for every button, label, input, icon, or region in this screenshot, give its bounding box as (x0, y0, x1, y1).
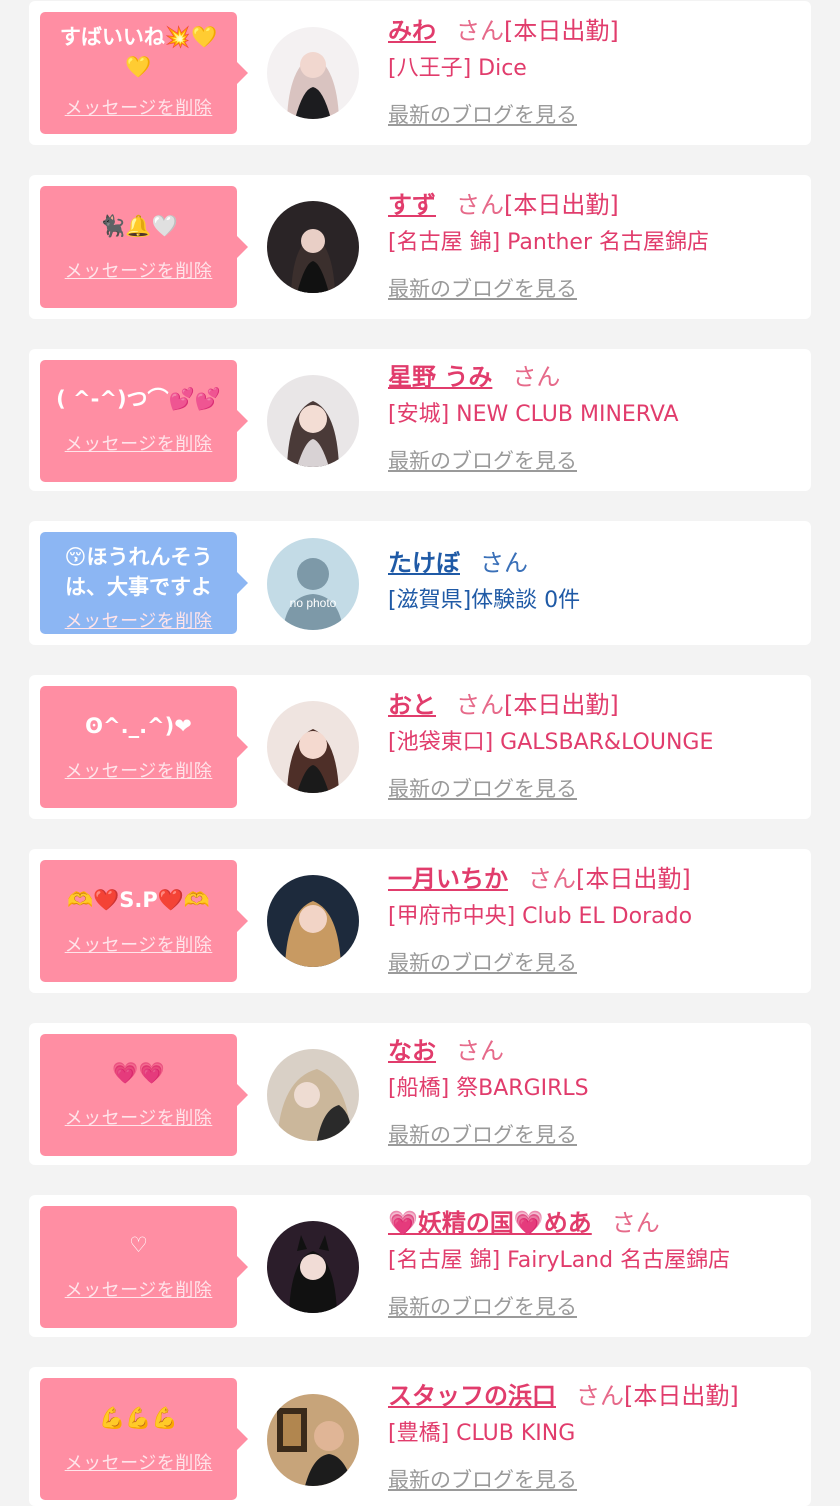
list-item: 🫶❤️S.P❤️🫶 メッセージを削除 一月いちか さん[本日出勤] [甲府市中央]… (29, 849, 811, 993)
list-item: すばいいね💥💛💛 メッセージを削除 みわ さん[本日出勤] [八王子] Dice … (29, 1, 811, 145)
user-name-link[interactable]: 星野 うみ (388, 363, 492, 391)
user-info: すず さん[本日出勤] [名古屋 錦] Panther 名古屋錦店 最新のブログを… (388, 189, 805, 303)
blog-link[interactable]: 最新のブログを見る (388, 1464, 577, 1494)
user-name-link[interactable]: 一月いちか (388, 865, 508, 893)
list-item: ( ^-^)つ⌒💕💕 メッセージを削除 星野 うみ さん [安城] NEW CLU… (29, 349, 811, 491)
message-text: 😚ほうれんそうは、大事ですよ (64, 545, 213, 599)
list-item: 💗💗 メッセージを削除 なお さん [船橋] 祭BARGIRLS 最新のブログを見… (29, 1023, 811, 1165)
honorific: さん (456, 17, 504, 45)
status-badge: [本日出勤] (504, 691, 619, 719)
message-bubble: 🐈‍⬛🔔🤍 メッセージを削除 (40, 186, 248, 308)
message-text: 💗💗 (112, 1061, 165, 1085)
honorific: さん (611, 1209, 660, 1237)
user-name-link[interactable]: なお (388, 1037, 436, 1065)
delete-message-link[interactable]: メッセージを削除 (40, 757, 237, 783)
message-bubble: 💗💗 メッセージを削除 (40, 1034, 248, 1156)
delete-message-link[interactable]: メッセージを削除 (40, 931, 237, 957)
shop-name: [滋賀県]体験談 0件 (388, 588, 581, 613)
honorific: さん (456, 1037, 504, 1065)
message-text: 🫶❤️S.P❤️🫶 (66, 888, 211, 912)
avatar[interactable] (267, 375, 359, 467)
shop-name: [八王子] Dice (388, 56, 527, 81)
shop-name: [安城] NEW CLUB MINERVA (388, 402, 679, 427)
message-text: すばいいね💥💛💛 (59, 25, 218, 79)
avatar[interactable] (267, 701, 359, 793)
message-bubble: ʘ^._.^)❤ メッセージを削除 (40, 686, 248, 808)
delete-message-link[interactable]: メッセージを削除 (40, 430, 237, 456)
delete-message-link[interactable]: メッセージを削除 (40, 1276, 237, 1302)
avatar[interactable] (267, 27, 359, 119)
status-badge: [本日出勤] (624, 1382, 739, 1410)
blog-link[interactable]: 最新のブログを見る (388, 1291, 577, 1321)
user-name-link[interactable]: たけぼ (388, 549, 460, 577)
blog-link[interactable]: 最新のブログを見る (388, 1119, 577, 1149)
avatar[interactable]: no photo (267, 538, 359, 630)
list-item: 🐈‍⬛🔔🤍 メッセージを削除 すず さん[本日出勤] [名古屋 錦] Panthe… (29, 175, 811, 319)
user-info: おと さん[本日出勤] [池袋東口] GALSBAR&LOUNGE 最新のブログを… (388, 689, 805, 803)
user-info: たけぼ さん [滋賀県]体験談 0件 (388, 547, 805, 617)
message-bubble: 💪💪💪 メッセージを削除 (40, 1378, 248, 1500)
delete-message-link[interactable]: メッセージを削除 (40, 94, 237, 120)
honorific: さん (456, 691, 504, 719)
status-badge: [本日出勤] (504, 191, 619, 219)
blog-link[interactable]: 最新のブログを見る (388, 445, 577, 475)
message-bubble: 🫶❤️S.P❤️🫶 メッセージを削除 (40, 860, 248, 982)
blog-link[interactable]: 最新のブログを見る (388, 99, 577, 129)
message-list: すばいいね💥💛💛 メッセージを削除 みわ さん[本日出勤] [八王子] Dice … (0, 0, 840, 1506)
message-text: ( ^-^)つ⌒💕💕 (56, 387, 221, 411)
list-item: ʘ^._.^)❤ メッセージを削除 おと さん[本日出勤] [池袋東口] GALS… (29, 675, 811, 819)
blog-link[interactable]: 最新のブログを見る (388, 273, 577, 303)
list-item: 💪💪💪 メッセージを削除 スタッフの浜口 さん[本日出勤] [豊橋] CLUB K… (29, 1367, 811, 1506)
message-bubble: すばいいね💥💛💛 メッセージを削除 (40, 12, 248, 134)
honorific: さん (528, 865, 576, 893)
shop-name: [豊橋] CLUB KING (388, 1421, 576, 1446)
message-text: ʘ^._.^)❤ (85, 714, 192, 738)
avatar[interactable] (267, 1221, 359, 1313)
honorific: さん (456, 191, 504, 219)
user-name-link[interactable]: 💗妖精の国💗めあ (388, 1209, 592, 1237)
delete-message-link[interactable]: メッセージを削除 (40, 1449, 237, 1475)
message-bubble: ♡ メッセージを削除 (40, 1206, 248, 1328)
shop-name: [船橋] 祭BARGIRLS (388, 1076, 589, 1101)
honorific: さん (480, 549, 528, 577)
shop-name: [池袋東口] GALSBAR&LOUNGE (388, 730, 714, 755)
blog-link[interactable]: 最新のブログを見る (388, 773, 577, 803)
user-info: スタッフの浜口 さん[本日出勤] [豊橋] CLUB KING 最新のブログを見る (388, 1380, 805, 1494)
delete-message-link[interactable]: メッセージを削除 (40, 257, 237, 283)
user-info: 💗妖精の国💗めあ さん [名古屋 錦] FairyLand 名古屋錦店 最新のブロ… (388, 1207, 805, 1321)
delete-message-link[interactable]: メッセージを削除 (40, 607, 237, 633)
message-text: 🐈‍⬛🔔🤍 (99, 214, 178, 238)
message-text: ♡ (129, 1233, 148, 1257)
avatar[interactable] (267, 201, 359, 293)
user-info: みわ さん[本日出勤] [八王子] Dice 最新のブログを見る (388, 15, 805, 129)
status-badge: [本日出勤] (576, 865, 691, 893)
status-badge: [本日出勤] (504, 17, 619, 45)
blog-link[interactable]: 最新のブログを見る (388, 947, 577, 977)
message-bubble: ( ^-^)つ⌒💕💕 メッセージを削除 (40, 360, 248, 482)
no-photo-label: no photo (289, 596, 337, 610)
user-info: なお さん [船橋] 祭BARGIRLS 最新のブログを見る (388, 1035, 805, 1149)
user-name-link[interactable]: みわ (388, 17, 436, 45)
honorific: さん (576, 1382, 624, 1410)
avatar[interactable] (267, 1049, 359, 1141)
message-text: 💪💪💪 (99, 1406, 178, 1430)
user-name-link[interactable]: すず (388, 191, 436, 219)
user-info: 星野 うみ さん [安城] NEW CLUB MINERVA 最新のブログを見る (388, 361, 805, 475)
shop-name: [名古屋 錦] Panther 名古屋錦店 (388, 230, 709, 255)
user-name-link[interactable]: おと (388, 691, 436, 719)
message-bubble: 😚ほうれんそうは、大事ですよ メッセージを削除 (40, 532, 248, 634)
user-name-link[interactable]: スタッフの浜口 (388, 1382, 556, 1410)
shop-name: [名古屋 錦] FairyLand 名古屋錦店 (388, 1248, 731, 1273)
shop-name: [甲府市中央] Club EL Dorado (388, 904, 693, 929)
honorific: さん (512, 363, 561, 391)
list-item: 😚ほうれんそうは、大事ですよ メッセージを削除 no photo たけぼ さん [… (29, 521, 811, 645)
delete-message-link[interactable]: メッセージを削除 (40, 1104, 237, 1130)
list-item: ♡ メッセージを削除 💗妖精の国💗めあ さん [名古屋 錦] FairyLand … (29, 1195, 811, 1337)
avatar[interactable] (267, 1394, 359, 1486)
avatar[interactable] (267, 875, 359, 967)
user-info: 一月いちか さん[本日出勤] [甲府市中央] Club EL Dorado 最新の… (388, 863, 805, 977)
